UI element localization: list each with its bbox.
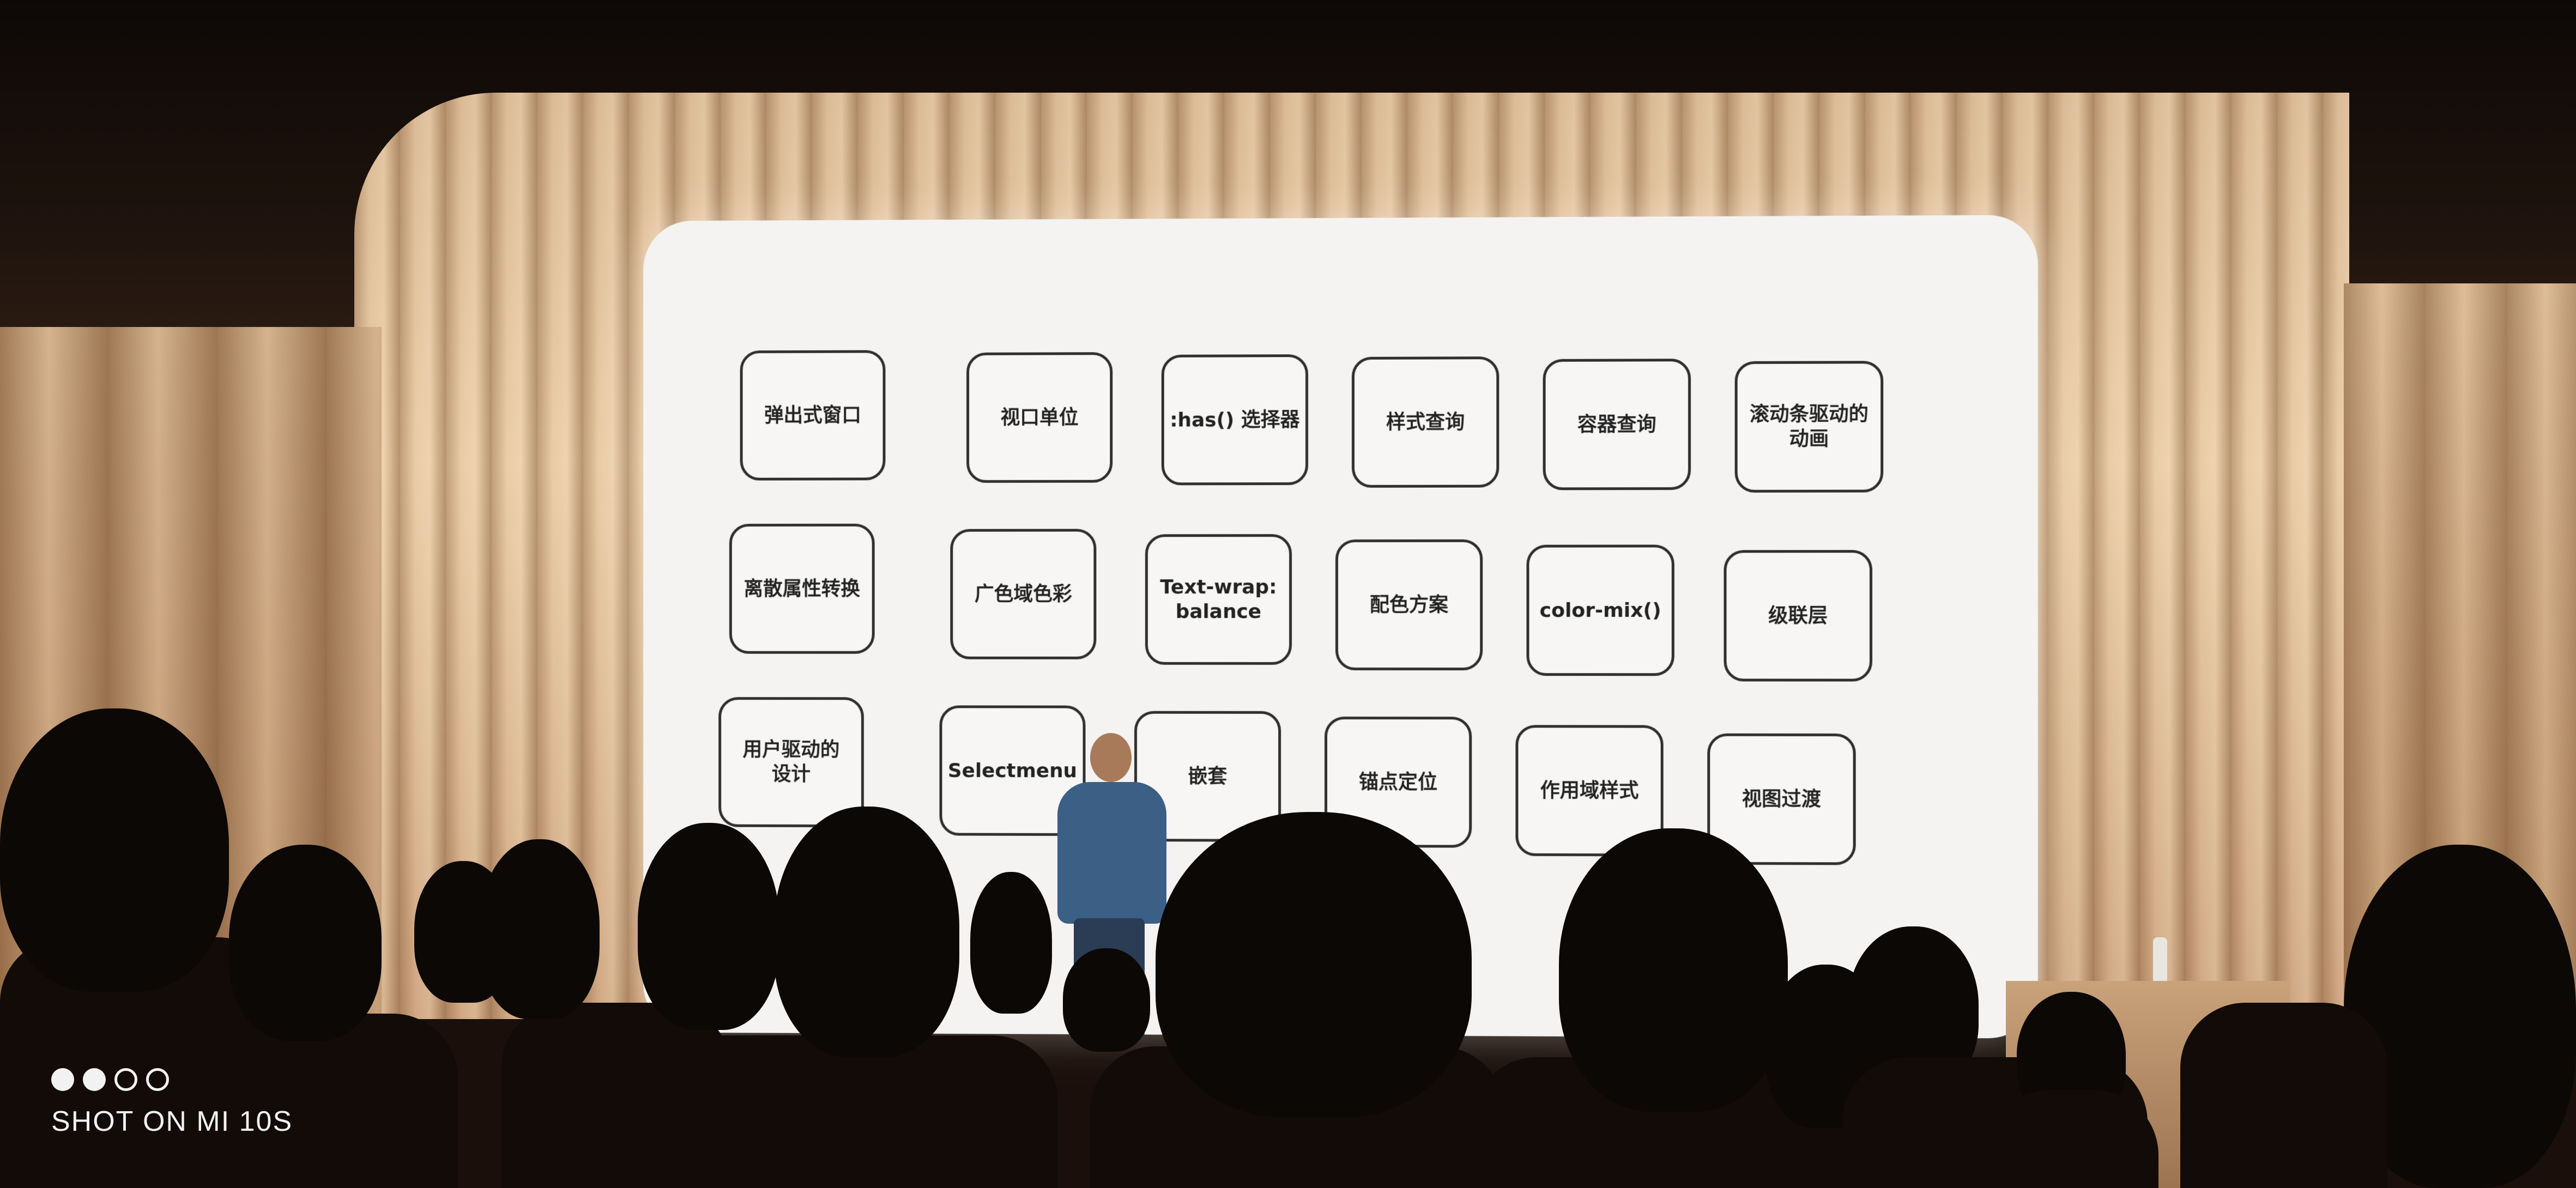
- tile-label: 滚动条驱动的 动画: [1749, 403, 1868, 451]
- watermark-dot: [51, 1068, 74, 1091]
- watermark-dot: [114, 1068, 137, 1091]
- tile-label: 容器查询: [1577, 413, 1656, 436]
- tile-label: 视口单位: [1000, 406, 1079, 429]
- audience-head: [229, 845, 382, 1041]
- audience-head: [1156, 812, 1472, 1117]
- audience-head: [638, 823, 779, 1030]
- audience-head: [1559, 828, 1788, 1112]
- audience-head: [1063, 948, 1150, 1052]
- feature-tile-wide-gamut-color: 广色域色彩: [950, 529, 1097, 659]
- tile-label: 离散属性转换: [743, 577, 860, 600]
- tile-label: 配色方案: [1369, 593, 1449, 616]
- feature-tile-text-wrap-balance: Text-wrap: balance: [1145, 534, 1292, 665]
- tile-label: 广色域色彩: [974, 583, 1072, 605]
- audience-body: [752, 1035, 1057, 1188]
- watermark-dots: [51, 1068, 293, 1091]
- feature-tile-cascade-layers: 级联层: [1724, 550, 1873, 682]
- tile-label: 样式查询: [1386, 410, 1465, 434]
- feature-tile-discrete-transitions: 离散属性转换: [729, 523, 875, 654]
- watermark-dot: [146, 1068, 169, 1091]
- feature-tile-viewport-units: 视口单位: [966, 352, 1113, 483]
- audience-head: [774, 807, 959, 1057]
- audience-head: [0, 708, 229, 992]
- feature-tile-color-mix: color-mix(): [1526, 544, 1674, 676]
- audience-head: [480, 839, 600, 1019]
- audience-body: [2180, 1003, 2387, 1188]
- audience-body: [1984, 1090, 2158, 1188]
- feature-tile-container-queries: 容器查询: [1543, 359, 1691, 490]
- feature-tile-color-scheme: 配色方案: [1335, 539, 1483, 671]
- tile-label: 级联层: [1768, 604, 1828, 627]
- tile-label: :has() 选择器: [1170, 408, 1300, 432]
- watermark-text: SHOT ON MI 10S: [51, 1106, 293, 1137]
- feature-tile-style-queries: 样式查询: [1351, 356, 1499, 488]
- feature-tile-popover: 弹出式窗口: [740, 350, 886, 481]
- audience: [0, 708, 2576, 1188]
- feature-tile-scroll-driven-animations: 滚动条驱动的 动画: [1734, 361, 1884, 493]
- camera-watermark: SHOT ON MI 10S: [51, 1068, 293, 1138]
- audience-head: [970, 872, 1052, 1014]
- tile-label: 弹出式窗口: [764, 404, 861, 427]
- tile-label: Text-wrap: balance: [1160, 576, 1277, 623]
- feature-tile-has-selector: :has() 选择器: [1161, 354, 1309, 486]
- watermark-dot: [83, 1068, 106, 1091]
- tile-label: color-mix(): [1539, 599, 1661, 622]
